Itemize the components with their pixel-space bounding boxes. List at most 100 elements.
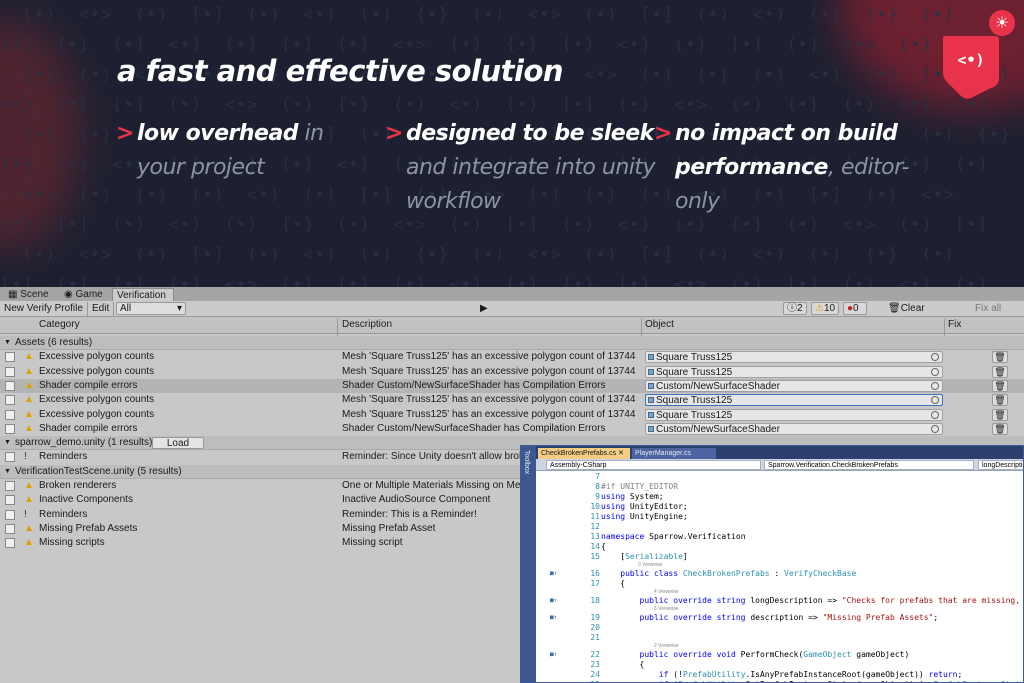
code-line[interactable]: 8 #if UNITY_EDITOR	[536, 482, 1023, 492]
line-number: 13	[590, 532, 600, 541]
warning-count-toggle[interactable]: ⚠10	[811, 302, 839, 315]
column-description[interactable]: Description	[342, 319, 392, 330]
delete-trash-icon[interactable]: 🗑	[992, 394, 1008, 407]
override-marker-icon[interactable]: ■↑	[550, 569, 557, 579]
row-checkbox[interactable]	[5, 409, 15, 420]
tab-game[interactable]: ◉ Game	[60, 288, 112, 301]
delete-trash-icon[interactable]: 🗑	[992, 408, 1008, 421]
object-field[interactable]: Square Truss125	[645, 351, 943, 364]
object-field[interactable]: Custom/NewSurfaceShader	[645, 422, 943, 435]
code-line[interactable]: 21	[536, 633, 1023, 643]
code-line[interactable]: 14{	[536, 542, 1023, 552]
code-line[interactable]: 10 using UnityEditor;	[536, 502, 1023, 512]
column-fix[interactable]: Fix	[948, 319, 961, 330]
delete-trash-icon[interactable]: 🗑	[992, 351, 1008, 364]
load-scene-button[interactable]: Load	[152, 437, 204, 450]
code-line[interactable]: 9 using System;	[536, 492, 1023, 502]
code-line[interactable]: 17 {	[536, 579, 1023, 589]
code-line[interactable]: 23 {	[536, 660, 1023, 670]
row-checkbox[interactable]	[5, 509, 15, 520]
row-checkbox[interactable]	[5, 395, 15, 406]
filter-dropdown[interactable]: All ▾	[116, 302, 186, 315]
info-count-toggle[interactable]: ⓘ2	[783, 302, 807, 315]
object-picker-icon[interactable]	[931, 381, 939, 390]
code-lines[interactable]: 7 8 #if UNITY_EDITOR 9 using System; 10 using …	[536, 472, 1023, 682]
result-row[interactable]: ▲ Excessive polygon counts Mesh 'Square Tr…	[0, 365, 1024, 379]
object-field[interactable]: Custom/NewSurfaceShader	[645, 379, 943, 392]
clear-all-button[interactable]: 🗑Clear all	[888, 302, 936, 328]
fix-all-button[interactable]: Fix all	[975, 302, 1003, 316]
warning-icon: ▲	[24, 379, 34, 391]
delete-trash-icon[interactable]: 🗑	[992, 365, 1008, 378]
code-line[interactable]: ■↑ 22 public override void PerformCheck(G…	[536, 650, 1023, 660]
edit-button[interactable]: Edit	[88, 302, 114, 316]
tab-scene[interactable]: ▦ Scene	[4, 288, 56, 301]
result-row[interactable]: ▲ Excessive polygon counts Mesh 'Square Tr…	[0, 350, 1024, 364]
result-row[interactable]: ▲ Shader compile errors Shader Custom/NewS…	[0, 378, 1024, 393]
row-checkbox[interactable]	[5, 423, 15, 434]
result-row[interactable]: ▲ Excessive polygon counts Mesh 'Square Tr…	[0, 393, 1024, 407]
code-line[interactable]: ■↑ 18 public override string longDescript…	[536, 596, 1023, 606]
play-icon[interactable]: ▶	[480, 302, 490, 316]
code-line[interactable]: 15 [Serializable]	[536, 552, 1023, 562]
codelens-hint[interactable]: 6 Verweise	[654, 606, 678, 613]
column-category[interactable]: Category	[39, 319, 80, 330]
object-field[interactable]: Square Truss125	[645, 408, 943, 421]
object-picker-icon[interactable]	[931, 367, 939, 376]
row-checkbox[interactable]	[5, 495, 15, 506]
row-checkbox[interactable]	[5, 538, 15, 549]
settings-sun-icon[interactable]: ☀	[989, 10, 1015, 36]
object-field[interactable]: Square Truss125	[645, 394, 943, 407]
warning-icon: ▲	[24, 408, 34, 420]
line-number: 20	[590, 623, 600, 632]
code-text: if (!PrefabUtility.IsAnyPrefabInstanceRo…	[658, 670, 963, 679]
info-icon: !	[24, 451, 27, 463]
result-group[interactable]: ▼ Assets (6 results)	[0, 336, 1024, 350]
code-line[interactable]: 20	[536, 623, 1023, 633]
row-checkbox[interactable]	[5, 452, 15, 463]
code-line[interactable]: ■↑ 19 public override string description …	[536, 613, 1023, 623]
delete-trash-icon[interactable]: 🗑	[992, 379, 1008, 392]
code-tab-playermanager[interactable]: PlayerManager.cs	[632, 448, 716, 459]
feature-low-overhead: > low overhead in your project	[116, 117, 377, 185]
tab-verification[interactable]: Verification	[112, 288, 174, 301]
object-picker-icon[interactable]	[931, 410, 939, 419]
foldout-triangle-icon[interactable]: ▼	[4, 436, 11, 450]
override-marker-icon[interactable]: ■↑	[550, 596, 557, 606]
object-picker-icon[interactable]	[931, 424, 939, 433]
nav-member-dropdown[interactable]: longDescription	[978, 460, 1023, 470]
row-category: Inactive Components	[39, 494, 133, 506]
nav-project-dropdown[interactable]: Assembly-CSharp	[546, 460, 761, 470]
nav-class-dropdown[interactable]: Sparrow.Verification.CheckBrokenPrefabs	[764, 460, 974, 470]
row-checkbox[interactable]	[5, 352, 15, 363]
override-marker-icon[interactable]: ■↑	[550, 613, 557, 623]
result-row[interactable]: ▲ Shader compile errors Shader Custom/NewS…	[0, 422, 1024, 436]
info-icon: !	[24, 508, 27, 520]
row-checkbox[interactable]	[5, 380, 15, 391]
codelens-hint[interactable]: 2 Verweise	[654, 643, 678, 650]
override-marker-icon[interactable]: ■↑	[550, 650, 557, 660]
code-line[interactable]: 7	[536, 472, 1023, 482]
codelens-hint[interactable]: 4 Verweise	[654, 589, 678, 596]
result-row[interactable]: ▲ Excessive polygon counts Mesh 'Square Tr…	[0, 408, 1024, 422]
foldout-triangle-icon[interactable]: ▼	[4, 336, 11, 350]
code-line[interactable]: 12	[536, 522, 1023, 532]
row-checkbox[interactable]	[5, 523, 15, 534]
delete-trash-icon[interactable]: 🗑	[992, 422, 1008, 435]
object-picker-icon[interactable]	[931, 396, 939, 405]
row-checkbox[interactable]	[5, 366, 15, 377]
toolbox-sidebar[interactable]: Toolbox	[521, 446, 536, 682]
code-line[interactable]: 13 namespace Sparrow.Verification	[536, 532, 1023, 542]
code-line[interactable]: ■↑ 16 public class CheckBrokenPrefabs : V…	[536, 569, 1023, 579]
foldout-triangle-icon[interactable]: ▼	[4, 465, 11, 479]
object-picker-icon[interactable]	[931, 353, 939, 362]
object-field[interactable]: Square Truss125	[645, 365, 943, 378]
codelens-hint[interactable]: 0 Verweise	[638, 562, 662, 569]
code-line[interactable]: 11 using UnityEngine;	[536, 512, 1023, 522]
column-object[interactable]: Object	[645, 319, 674, 330]
code-tab-checkbrokenprefabs[interactable]: CheckBrokenPrefabs.cs ✕	[538, 448, 630, 459]
profile-dropdown[interactable]: New Verify Profile ▾	[0, 302, 88, 328]
code-line[interactable]: 24 if (!PrefabUtility.IsAnyPrefabInstanc…	[536, 670, 1023, 680]
row-checkbox[interactable]	[5, 481, 15, 491]
error-count-toggle[interactable]: ●0	[843, 302, 867, 315]
